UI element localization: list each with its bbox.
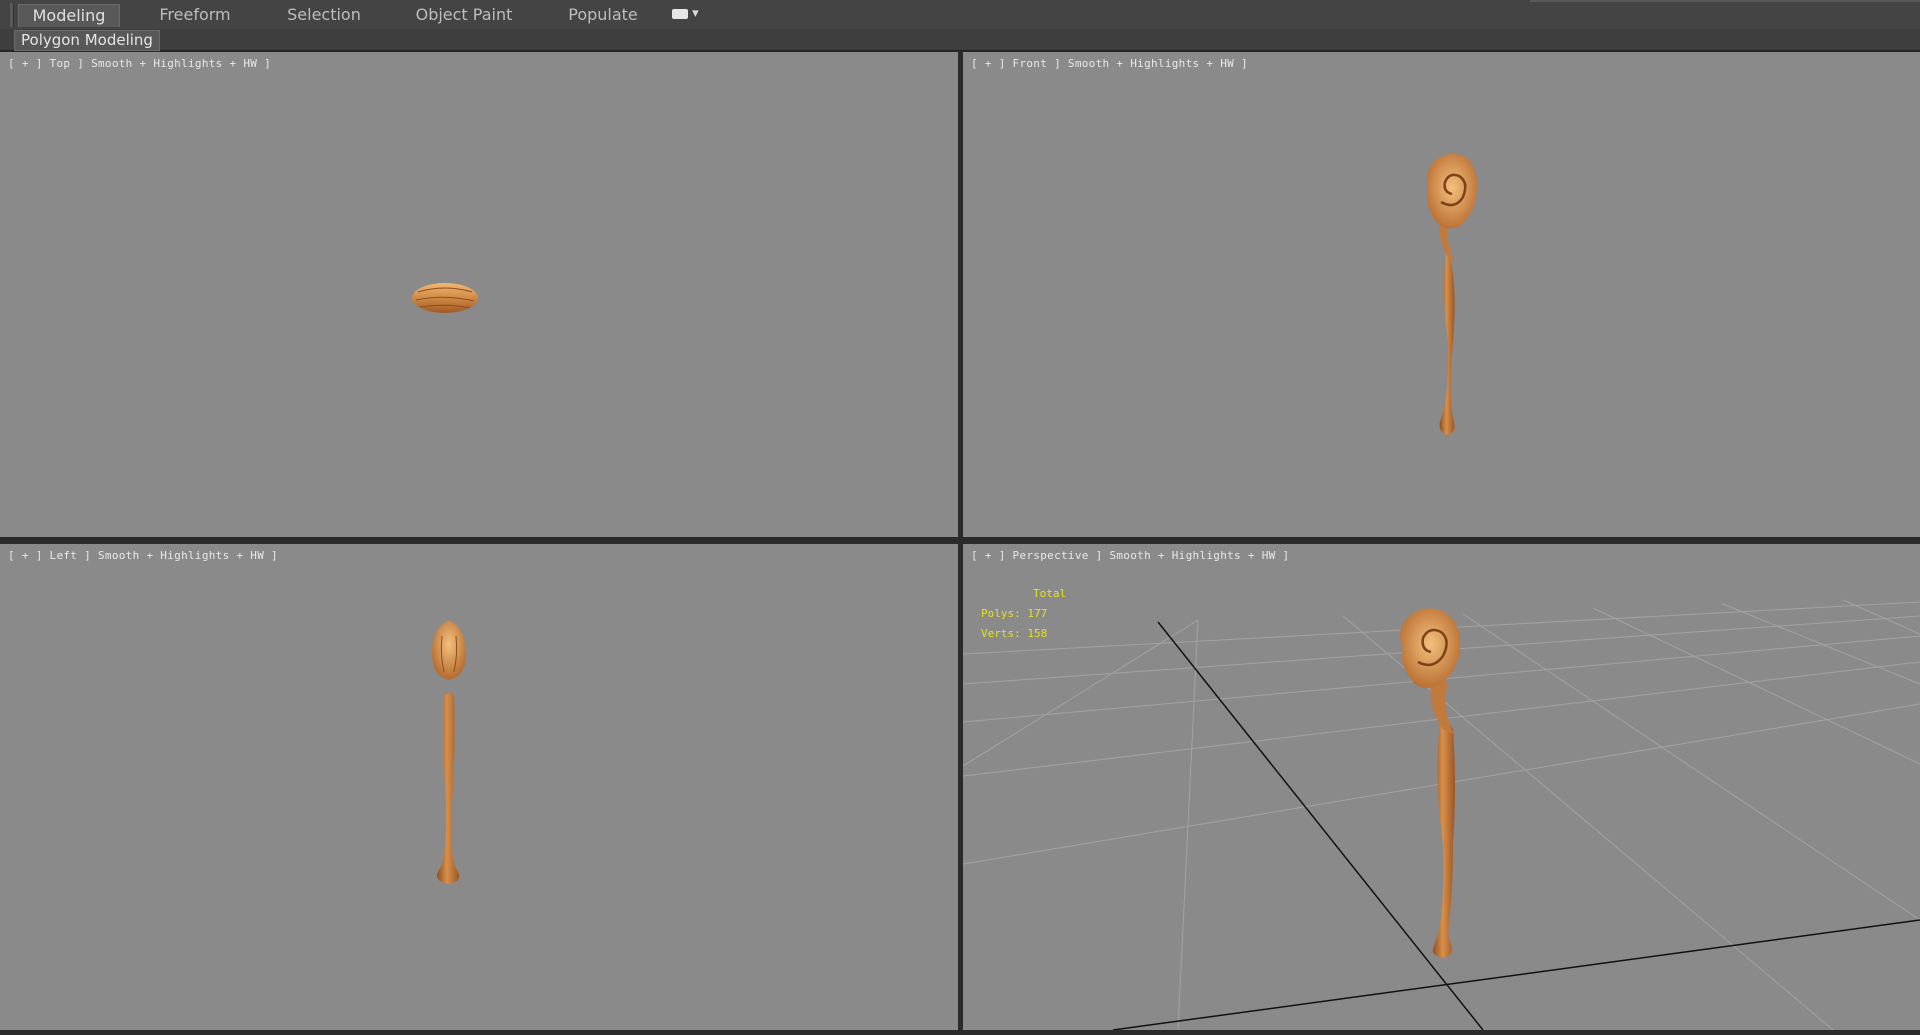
tab-object-paint[interactable]: Object Paint [414, 4, 514, 26]
status-strip [0, 1030, 1920, 1035]
ribbon-tab-bar: Modeling Freeform Selection Object Paint… [0, 0, 1920, 30]
tab-modeling[interactable]: Modeling [18, 4, 120, 27]
viewport-front[interactable]: [ + ] Front ] Smooth + Highlights + HW ] [963, 52, 1920, 537]
ribbon-options-icon[interactable]: ▾ [672, 6, 699, 22]
polygon-modeling-panel[interactable]: Polygon Modeling [14, 30, 160, 51]
viewport-top[interactable]: [ + ] Top ] Smooth + Highlights + HW ] [0, 52, 958, 537]
top-view-staff [412, 283, 478, 313]
tab-freeform[interactable]: Freeform [145, 4, 245, 26]
perspective-staff [1400, 608, 1461, 958]
front-view-staff [1427, 153, 1478, 435]
ribbon-grip[interactable] [10, 3, 14, 27]
ribbon-divider [1530, 0, 1920, 2]
viewport-perspective[interactable]: [ + ] Perspective ] Smooth + Highlights … [963, 544, 1920, 1030]
tab-populate[interactable]: Populate [553, 4, 653, 26]
left-view-staff [431, 620, 466, 884]
tab-selection[interactable]: Selection [274, 4, 374, 26]
ribbon-panel-bar: Polygon Modeling [0, 29, 1920, 51]
viewport-left[interactable]: [ + ] Left ] Smooth + Highlights + HW ] [0, 544, 958, 1030]
